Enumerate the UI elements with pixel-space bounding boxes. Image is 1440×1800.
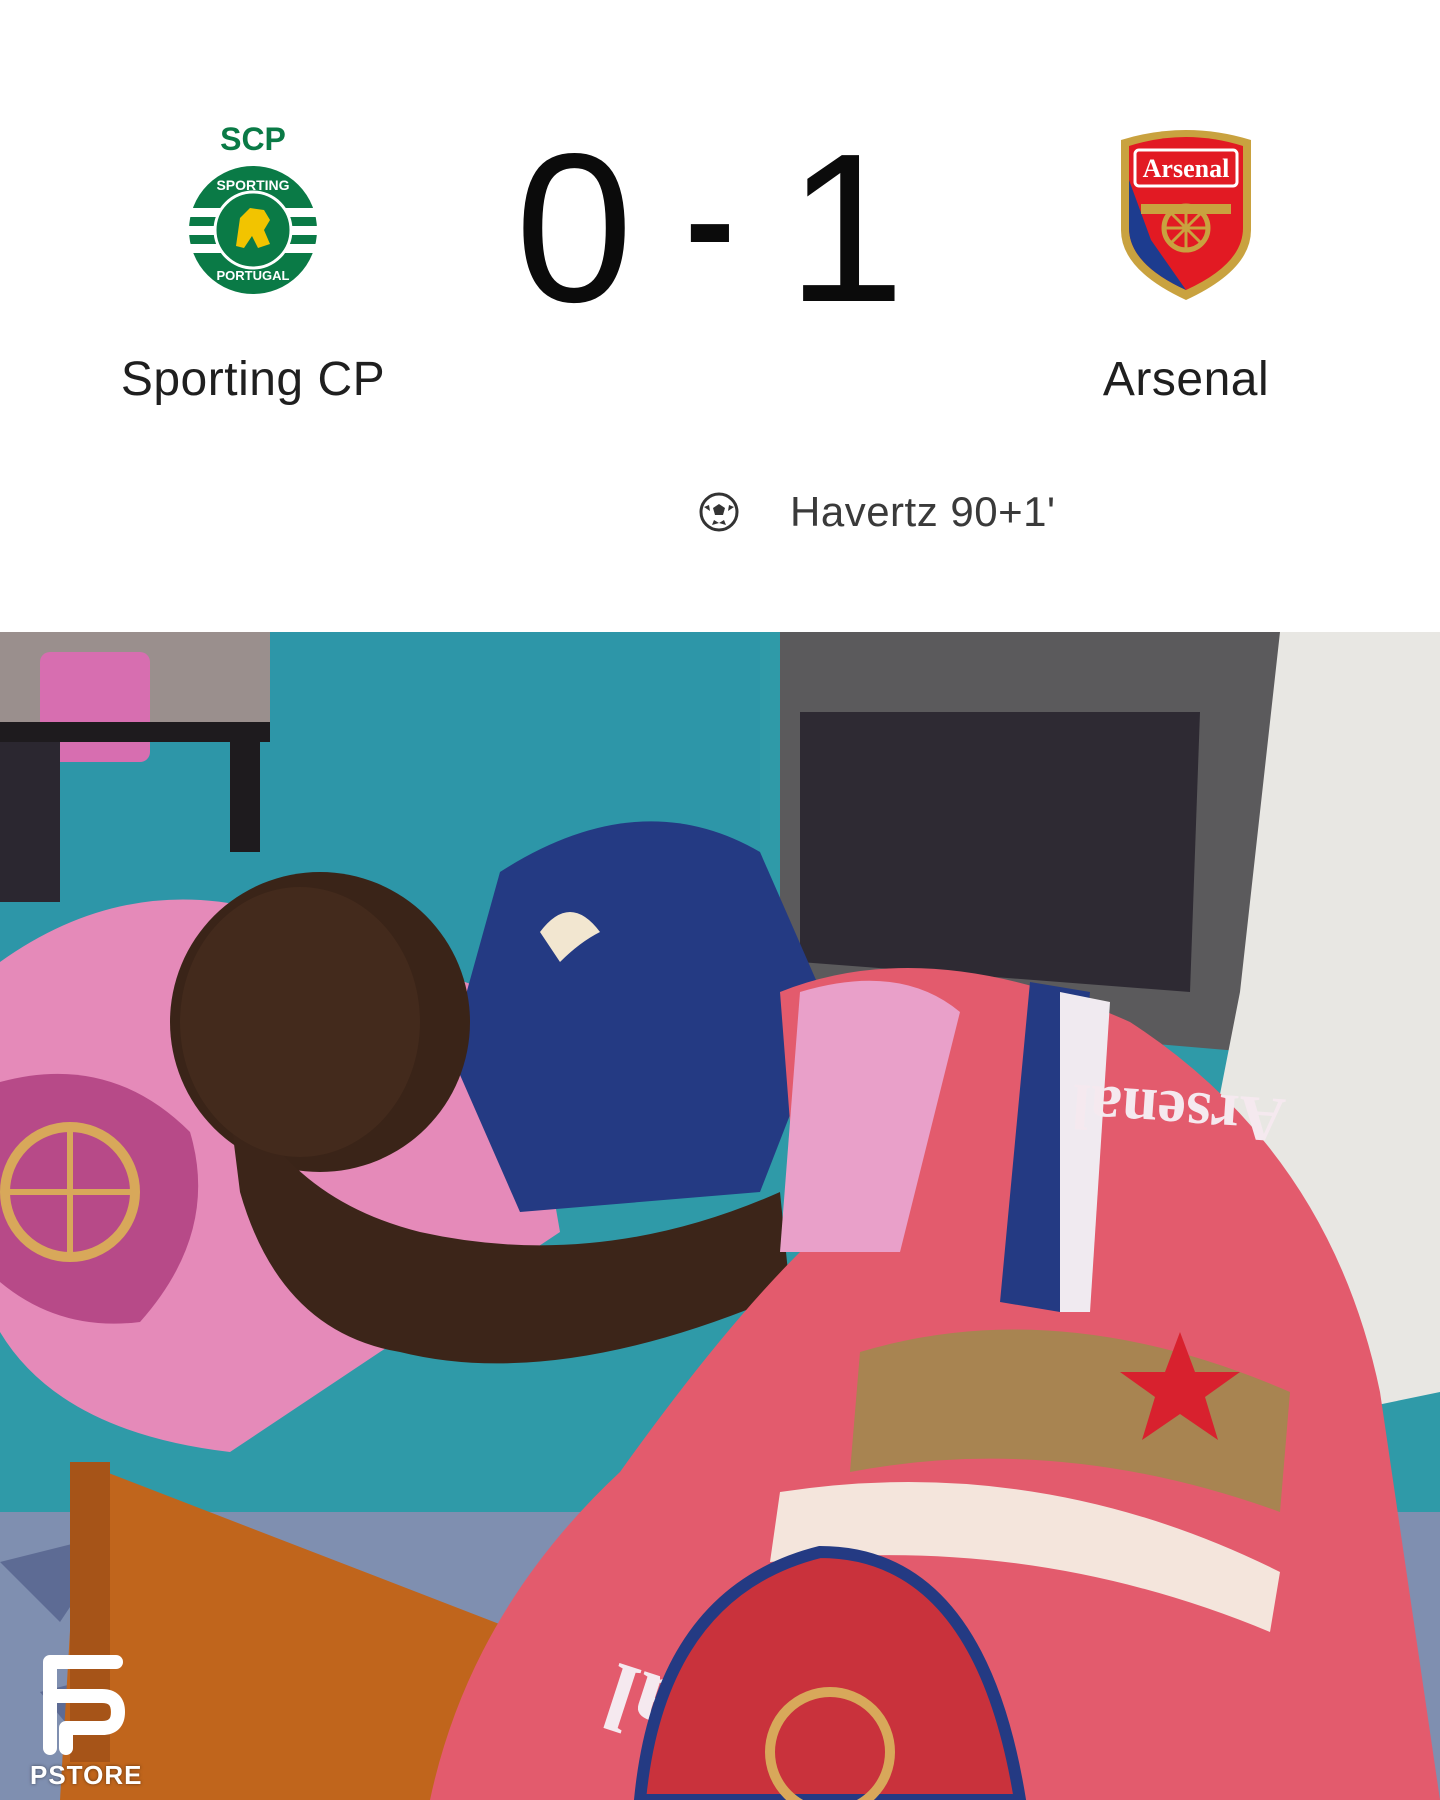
sporting-cp-crest-icon: SCP SPORTING PORTUGAL xyxy=(185,121,321,298)
away-team-name: Arsenal xyxy=(1102,353,1270,406)
meme-photo: Arsenal Arsenal xyxy=(0,632,1440,1800)
goal-event: Havertz 90+1' xyxy=(698,484,1056,540)
soccer-ball-icon xyxy=(699,492,739,532)
home-score: 0 xyxy=(515,109,634,346)
svg-text:SCP: SCP xyxy=(220,121,286,157)
goal-scorer-text: Havertz 90+1' xyxy=(790,488,1056,535)
away-team[interactable]: Arsenal Arsenal xyxy=(1036,120,1336,408)
svg-text:PORTUGAL: PORTUGAL xyxy=(217,268,290,283)
svg-text:Arsenal: Arsenal xyxy=(1143,154,1230,183)
home-team[interactable]: SCP SPORTING PORTUGAL Sporting CP xyxy=(103,120,403,408)
pstore-label: PSTORE xyxy=(30,1760,143,1790)
match-score-card: SCP SPORTING PORTUGAL Sporting CP 0 - 1 … xyxy=(0,0,1440,632)
score-separator: - xyxy=(685,136,735,304)
sleeping-fan-photo: Arsenal Arsenal xyxy=(0,632,1440,1800)
svg-text:SPORTING: SPORTING xyxy=(216,177,289,193)
home-team-name: Sporting CP xyxy=(120,353,386,406)
scoreline: 0 - 1 xyxy=(480,118,940,338)
pstore-logo-icon xyxy=(43,1655,125,1755)
away-score: 1 xyxy=(786,109,905,346)
svg-text:Arsenal: Arsenal xyxy=(1070,1071,1288,1157)
pstore-watermark: PSTORE xyxy=(30,1652,143,1791)
arsenal-crest-icon: Arsenal xyxy=(1121,130,1251,300)
